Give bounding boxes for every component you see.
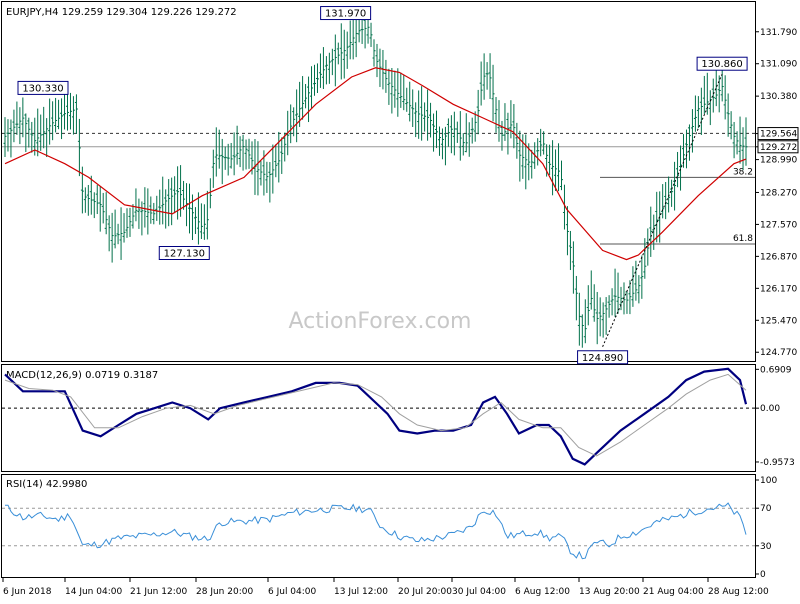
rsi-y-label: 100 <box>760 476 777 486</box>
macd-y-label: 0.6909 <box>760 365 792 375</box>
watermark: ActionForex.com <box>289 309 472 334</box>
x-tick-label: 20 Jul 20:00 <box>398 587 452 597</box>
price-annotation-label: 131.970 <box>325 9 366 20</box>
price-y-label: 125.470 <box>760 316 797 326</box>
fib-label: 61.8 <box>733 234 753 244</box>
price-y-label: 129.564 <box>760 130 797 140</box>
price-annotation-label: 130.860 <box>701 59 742 70</box>
price-y-label: 131.090 <box>760 60 797 70</box>
price-annotation-label: 124.890 <box>582 353 623 364</box>
x-tick-label: 6 Jun 2018 <box>3 587 52 597</box>
price-y-label: 126.170 <box>760 284 797 294</box>
x-tick-label: 28 Jun 20:00 <box>196 587 253 597</box>
chart-title: EURJPY,H4 129.259 129.304 129.226 129.27… <box>6 7 237 18</box>
x-tick-label: 13 Jul 12:00 <box>334 587 388 597</box>
price-annotation-label: 130.330 <box>22 83 63 94</box>
x-tick-label: 6 Aug 12:00 <box>515 587 570 597</box>
x-tick-label: 21 Jun 12:00 <box>130 587 187 597</box>
price-y-label: 124.770 <box>760 348 797 358</box>
price-y-label: 130.380 <box>760 92 797 102</box>
price-annotation-label: 127.130 <box>164 249 205 260</box>
macd-title: MACD(12,26,9) 0.0719 0.3187 <box>6 370 158 381</box>
chart-root: EURJPY,H4 129.259 129.304 129.226 129.27… <box>0 0 800 600</box>
chart-canvas: EURJPY,H4 129.259 129.304 129.226 129.27… <box>0 0 800 600</box>
price-y-label: 129.272 <box>760 143 797 153</box>
macd-y-label: 0.00 <box>760 404 780 414</box>
price-y-label: 131.790 <box>760 28 797 38</box>
x-tick-label: 6 Jul 04:00 <box>268 587 317 597</box>
price-y-label: 127.570 <box>760 220 797 230</box>
x-tick-label: 21 Aug 04:00 <box>643 587 704 597</box>
price-y-label: 128.270 <box>760 188 797 198</box>
x-tick-label: 28 Aug 12:00 <box>708 587 769 597</box>
rsi-title: RSI(14) 42.9980 <box>6 479 87 490</box>
rsi-y-label: 30 <box>760 542 772 552</box>
x-tick-label: 30 Jul 04:00 <box>452 587 506 597</box>
x-tick-label: 14 Jun 04:00 <box>65 587 122 597</box>
rsi-y-label: 70 <box>760 504 772 514</box>
price-y-label: 126.870 <box>760 252 797 262</box>
x-tick-label: 13 Aug 20:00 <box>579 587 640 597</box>
price-y-label: 128.990 <box>760 156 797 166</box>
rsi-y-label: 0 <box>760 570 766 580</box>
macd-y-label: -0.9573 <box>760 458 795 468</box>
